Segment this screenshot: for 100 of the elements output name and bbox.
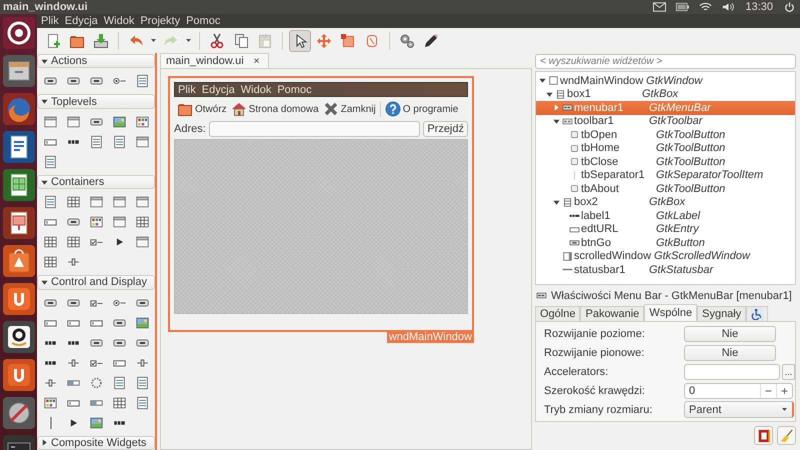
copy-icon	[233, 32, 249, 48]
properties-tab[interactable]: Pakowanie	[580, 306, 644, 321]
tool-button-icon	[569, 142, 580, 154]
menu-item[interactable]: Plik	[178, 84, 196, 96]
increment-button[interactable]: +	[776, 384, 792, 398]
menu-item[interactable]: Edycja	[64, 15, 98, 27]
clock[interactable]: 13:30	[745, 1, 773, 13]
properties-tab[interactable]	[746, 306, 768, 321]
ubuntu-logo-icon[interactable]	[2, 17, 34, 49]
properties-tab[interactable]: Sygnały	[697, 306, 746, 321]
list-icon	[89, 134, 104, 149]
accelerators-field[interactable]	[684, 364, 780, 380]
document-icon[interactable]	[2, 131, 34, 163]
expander-icon[interactable]	[539, 77, 546, 84]
toggle-button[interactable]: Nie	[684, 326, 776, 342]
toolbar-button[interactable]: O programie	[384, 101, 458, 117]
tree-row[interactable]: toolbar1 GtkToolbar	[536, 114, 795, 128]
color-swatch-icon	[43, 396, 58, 410]
list-icon	[112, 134, 127, 149]
tree-row[interactable]: box2 GtkBox	[536, 196, 795, 209]
widget-name: scrolledWindow	[574, 250, 652, 262]
address-field[interactable]	[208, 121, 420, 137]
properties-tab[interactable]: Wspólne	[644, 304, 698, 321]
browser-icon[interactable]	[2, 93, 34, 125]
menu-item[interactable]: Pomoc	[186, 15, 220, 27]
widget-type: GtkButton	[656, 236, 705, 249]
expander-icon[interactable]	[553, 198, 560, 206]
menubar-icon	[562, 102, 573, 114]
expander-icon[interactable]	[553, 118, 560, 125]
toggle-button[interactable]: Nie	[684, 344, 776, 360]
designed-window[interactable]: Plik Edycja Widok Pomoc Otwórz Strona domowa Zamknij O programie Adres: Przejdź	[168, 76, 474, 332]
toolbar-button[interactable]	[289, 30, 311, 52]
tree-row[interactable]: statusbar1 GtkStatusbar	[536, 263, 795, 276]
book-icon	[756, 428, 770, 442]
expander-icon[interactable]	[546, 90, 553, 98]
widget-name: wndMainWindow	[560, 74, 644, 87]
caret-icon	[185, 37, 192, 44]
spreadsheet-icon[interactable]	[2, 169, 34, 201]
toolbar-button[interactable]: Strona domowa	[230, 101, 319, 117]
palette-section-header[interactable]: Actions	[37, 54, 155, 68]
tree-row[interactable]: tbAbout GtkToolButton	[536, 182, 795, 196]
widget-type: GtkStatusbar	[649, 264, 714, 276]
tree-row[interactable]: wndMainWindow GtkWindow	[536, 74, 795, 88]
palette-section-header[interactable]: Containers	[37, 174, 155, 190]
tree-row[interactable]: tbClose GtkToolButton	[536, 155, 795, 168]
menu-item[interactable]: Widok	[104, 15, 134, 27]
search-field[interactable]: < wyszukiwanie widżetów >	[535, 54, 796, 69]
toolbar-button[interactable]: Zamknij	[322, 101, 376, 117]
more-button[interactable]: ...	[782, 364, 795, 380]
properties-title: Właściwości Menu Bar - GtkMenuBar [menubar1]	[551, 290, 792, 302]
menu-item[interactable]: Projekty	[140, 15, 180, 27]
gears-icon	[399, 32, 415, 48]
go-button[interactable]: Przejdź	[423, 121, 468, 137]
presentation-icon[interactable]	[2, 207, 34, 239]
widget-type: GtkToolButton	[656, 182, 726, 195]
tree-row[interactable]: tbSeparator1 GtkSeparatorToolItem	[536, 168, 795, 182]
close-icon	[322, 101, 339, 117]
tree-row[interactable]: scrolledWindow GtkScrolledWindow	[536, 250, 795, 263]
widget-type: GtkScrolledWindow	[654, 250, 750, 262]
menu-item[interactable]: Plik	[41, 15, 59, 27]
caret-icon	[150, 37, 157, 44]
properties-tab[interactable]: Ogólne	[535, 306, 580, 321]
widget-type: GtkBox	[642, 88, 678, 100]
pencil-icon	[423, 32, 439, 48]
tree-row[interactable]: box1 GtkBox	[536, 88, 795, 101]
tree-row[interactable]: btnGo GtkButton	[536, 236, 795, 250]
palette-section-header[interactable]: Control and Display	[37, 275, 155, 290]
docs-button[interactable]	[754, 426, 773, 445]
redo-icon	[163, 32, 179, 48]
tab-close-button[interactable]: ×	[254, 56, 260, 66]
menu-item[interactable]: Widok	[240, 84, 272, 96]
palette-section-header[interactable]: Composite Widgets	[37, 436, 155, 450]
palette-section-header[interactable]: Toplevels	[37, 94, 155, 109]
list-icon	[112, 376, 127, 390]
battery-icon[interactable]	[676, 2, 690, 12]
store-app-icon[interactable]	[2, 321, 34, 353]
menu-item[interactable]: Pomoc	[277, 84, 312, 96]
widget-name: tbAbout	[581, 182, 620, 195]
volume-icon[interactable]	[722, 2, 736, 12]
wifi-icon[interactable]	[699, 2, 712, 12]
shopping-bag-icon[interactable]	[2, 245, 34, 277]
file-cabinet-icon[interactable]	[2, 55, 34, 87]
mail-icon[interactable]	[653, 2, 666, 12]
power-icon[interactable]	[783, 2, 796, 12]
spin-field[interactable]: 0 − +	[684, 382, 793, 398]
toolbar-button[interactable]: Otwórz	[177, 101, 227, 117]
widget-name: box1	[567, 88, 592, 100]
menu-item[interactable]: Edycja	[202, 84, 235, 96]
tree-row[interactable]: tbOpen GtkToolButton	[536, 128, 795, 142]
resize-mode-dropdown[interactable]: Parent	[684, 401, 794, 418]
tree-row[interactable]: label1 GtkLabel	[536, 209, 795, 222]
widget-type: GtkSeparatorToolItem	[656, 169, 764, 182]
document-tab[interactable]: main_window.ui ×	[160, 53, 268, 68]
tree-row[interactable]: tbHome GtkToolButton	[536, 142, 795, 155]
spinner-icon	[89, 376, 104, 390]
property-label: Tryb zmiany rozmiaru:	[544, 404, 652, 416]
decrement-button[interactable]: −	[760, 384, 776, 398]
tree-row[interactable]: edtURL GtkEntry	[536, 222, 795, 236]
box-icon	[555, 88, 566, 100]
clear-button[interactable]	[777, 426, 796, 445]
